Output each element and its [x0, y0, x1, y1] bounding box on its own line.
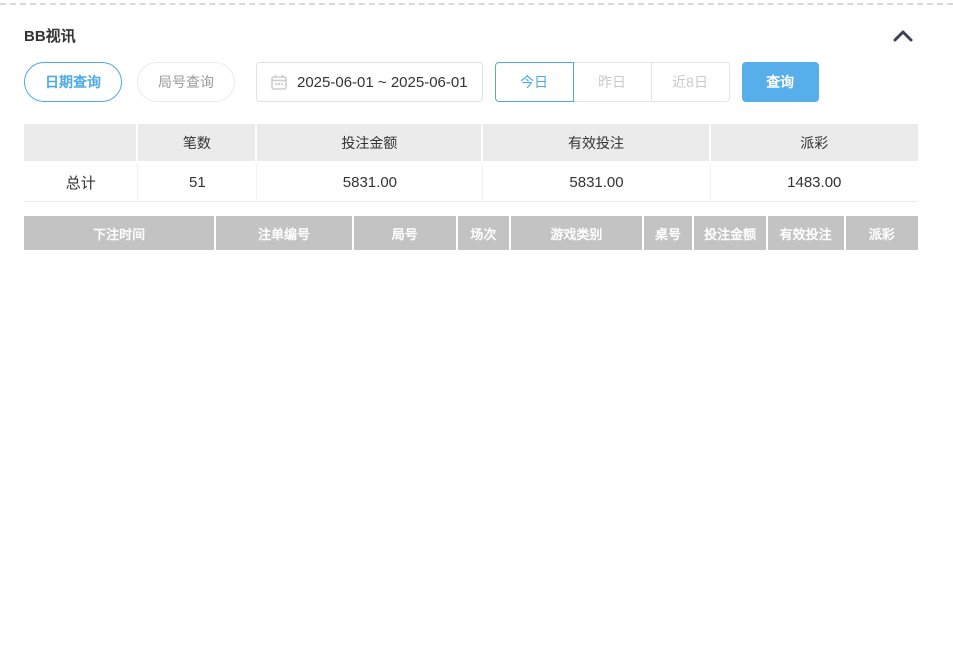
records-column-header-2: 局号 [354, 216, 458, 253]
calendar-icon [271, 74, 287, 90]
summary-column-header-0 [24, 124, 138, 163]
collapse-panel-button[interactable] [893, 29, 913, 42]
records-column-header-4: 游戏类别 [511, 216, 643, 253]
records-column-header-7: 有效投注 [768, 216, 846, 253]
records-column-header-0: 下注时间 [24, 216, 216, 253]
page-title: BB视讯 [24, 25, 76, 46]
quick-range-today[interactable]: 今日 [495, 62, 574, 102]
date-range-value: 2025-06-01 ~ 2025-06-01 [297, 74, 468, 91]
records-column-header-1: 注单编号 [216, 216, 354, 253]
panel-header: BB视讯 [0, 5, 953, 46]
records-header-row: 下注时间注单编号局号场次游戏类别桌号投注金额有效投注派彩 [24, 216, 918, 253]
date-range-picker[interactable]: 2025-06-01 ~ 2025-06-01 [256, 62, 483, 102]
records-column-header-8: 派彩 [846, 216, 918, 253]
records-column-header-6: 投注金额 [694, 216, 767, 253]
quick-range-last8days[interactable]: 近8日 [651, 62, 730, 102]
filter-toolbar: 日期查询 局号查询 2025-06-01 ~ 2025-06-01 今日 昨日 … [24, 62, 929, 102]
quick-range-yesterday[interactable]: 昨日 [573, 62, 652, 102]
tab-round-query[interactable]: 局号查询 [137, 62, 235, 102]
summary-column-header-3: 有效投注 [483, 124, 710, 163]
search-button[interactable]: 查询 [742, 62, 819, 102]
summary-total-row: 总计515831.005831.001483.00 [24, 163, 918, 202]
summary-column-header-2: 投注金额 [257, 124, 483, 163]
quick-range-group: 今日 昨日 近8日 [495, 62, 730, 102]
tab-date-query[interactable]: 日期查询 [24, 62, 122, 102]
summary-table: 笔数投注金额有效投注派彩 总计515831.005831.001483.00 [24, 124, 918, 202]
summary-header-row: 笔数投注金额有效投注派彩 [24, 124, 918, 163]
summary-cell-3: 5831.00 [483, 163, 710, 202]
summary-cell-4: 1483.00 [711, 163, 918, 202]
summary-cell-2: 5831.00 [257, 163, 483, 202]
chevron-up-icon [893, 29, 913, 42]
summary-cell-1: 51 [138, 163, 257, 202]
summary-cell-0: 总计 [24, 163, 138, 202]
summary-column-header-4: 派彩 [711, 124, 918, 163]
summary-column-header-1: 笔数 [138, 124, 257, 163]
bet-records-table: 下注时间注单编号局号场次游戏类别桌号投注金额有效投注派彩 [24, 216, 918, 253]
records-column-header-5: 桌号 [644, 216, 695, 253]
records-column-header-3: 场次 [458, 216, 512, 253]
